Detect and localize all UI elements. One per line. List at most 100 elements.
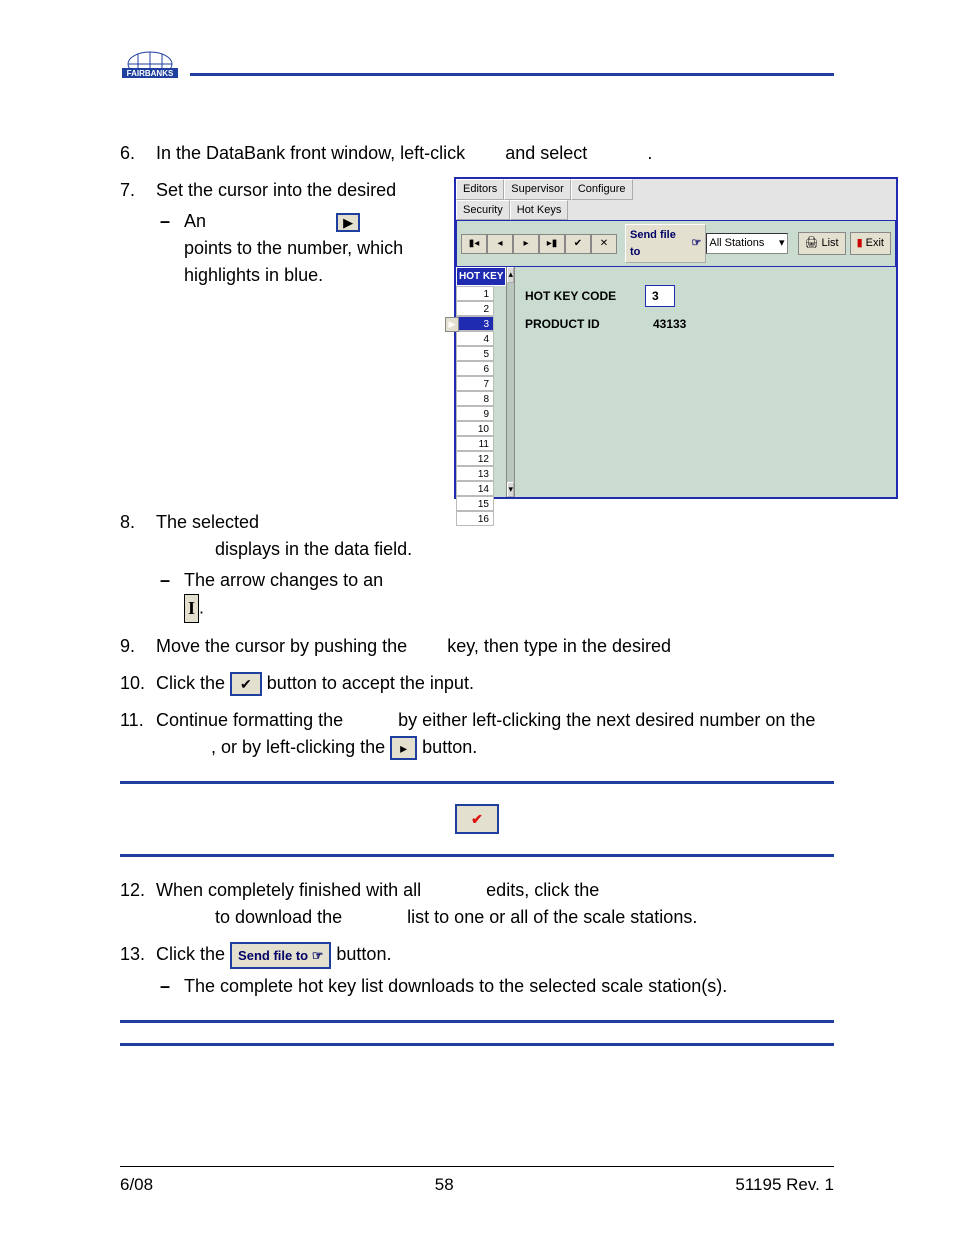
list-item[interactable]: 9 <box>456 406 494 421</box>
step-12-text-d: list to one or all of the scale stations… <box>407 907 697 927</box>
hotkey-list: HOT KEY 1 2 ▶ 3 4 5 6 <box>456 267 515 497</box>
hot-key-code-label: HOT KEY CODE <box>525 287 645 305</box>
important-note: ✔ <box>120 804 834 834</box>
form-area: HOT KEY CODE 3 PRODUCT ID 43133 <box>515 267 896 497</box>
step-7: Set the cursor into the desired An ▶ poi… <box>120 177 834 499</box>
menu-security[interactable]: Security <box>456 200 510 221</box>
step-13-sub: The complete hot key list downloads to t… <box>156 973 834 1000</box>
databank-window: Editors Supervisor Configure Security Ho… <box>454 177 898 499</box>
step-9-text-a: Move the cursor by pushing the <box>156 636 407 656</box>
accept-button[interactable]: ✔ <box>565 234 591 254</box>
prev-button[interactable]: ◂ <box>487 234 513 254</box>
menu-supervisor[interactable]: Supervisor <box>504 179 571 200</box>
next-button[interactable]: ▸ <box>513 234 539 254</box>
menu-bar-2: Security Hot Keys <box>456 200 896 221</box>
list-button[interactable]: 🖨 List <box>798 232 846 255</box>
step-8-sub-text: The arrow changes to an <box>184 570 383 590</box>
station-combo[interactable]: All Stations▾ <box>706 233 787 254</box>
menu-editors[interactable]: Editors <box>456 179 504 200</box>
step-7-sub-b: points to the number, which highlights i… <box>184 238 403 285</box>
step-10-text-a: Click the <box>156 673 225 693</box>
step-8-text-b: displays in the data field. <box>215 539 412 559</box>
list-header: HOT KEY <box>456 267 506 286</box>
svg-text:FAIRBANKS: FAIRBANKS <box>127 69 174 78</box>
check-icon: ✔ <box>230 672 262 696</box>
fairbanks-logo: FAIRBANKS <box>120 50 180 90</box>
step-6-text-a: In the DataBank front window, left-click <box>156 143 465 163</box>
step-11-text-b: by either left-clicking the next desired… <box>398 710 815 730</box>
step-13-sub-text: The complete hot key list downloads to t… <box>184 976 727 996</box>
step-10-text-b: button to accept the input. <box>267 673 474 693</box>
last-button[interactable]: ▸▮ <box>539 234 565 254</box>
check-icon-large: ✔ <box>455 804 499 834</box>
menu-configure[interactable]: Configure <box>571 179 633 200</box>
send-file-button[interactable]: Send file to ☞ <box>625 224 706 263</box>
menu-bar-1: Editors Supervisor Configure <box>456 179 896 200</box>
step-12-text-c: to download the <box>215 907 342 927</box>
list-item[interactable]: 8 <box>456 391 494 406</box>
footer-rev: 51195 Rev. 1 <box>735 1175 834 1195</box>
separator <box>120 781 834 784</box>
instruction-list-2: When completely finished with all edits,… <box>120 877 834 1000</box>
row-pointer-icon: ▶ <box>445 317 459 332</box>
scroll-down-icon[interactable]: ▾ <box>507 482 514 498</box>
step-11-text-c: , or by left-clicking the <box>211 737 385 757</box>
hot-key-code-input[interactable]: 3 <box>645 285 675 307</box>
scrollbar[interactable]: ▴ ▾ <box>507 267 515 497</box>
first-button[interactable]: ▮◂ <box>461 234 487 254</box>
step-11: Continue formatting the by either left-c… <box>120 707 834 761</box>
list-item[interactable]: 2 <box>456 301 494 316</box>
header-rule <box>190 73 834 76</box>
list-item[interactable]: 4 <box>456 331 494 346</box>
list-item[interactable]: 14 <box>456 481 494 496</box>
exit-button[interactable]: ▮ Exit <box>850 232 891 255</box>
list-item[interactable]: 10 <box>456 421 494 436</box>
footer-date: 6/08 <box>120 1175 153 1195</box>
separator <box>120 854 834 857</box>
footer-page: 58 <box>435 1175 454 1195</box>
scroll-up-icon[interactable]: ▴ <box>507 267 514 283</box>
step-13-text-b: button. <box>336 944 391 964</box>
arrow-right-icon: ▶ <box>336 213 360 232</box>
step-8-text-a: The selected <box>156 512 259 532</box>
step-10: Click the ✔ button to accept the input. <box>120 670 834 697</box>
separator <box>120 1043 834 1046</box>
toolbar: ▮◂ ◂ ▸ ▸▮ ✔ ✕ Send file to ☞ <box>456 220 896 267</box>
step-8: The selected displays in the data field.… <box>120 509 834 623</box>
step-7-sub-a: An <box>184 211 206 231</box>
list-item[interactable]: 12 <box>456 451 494 466</box>
step-7-sub: An ▶ points to the number, which highlig… <box>156 208 436 289</box>
next-record-icon: ▸ <box>390 736 417 760</box>
step-6: In the DataBank front window, left-click… <box>120 140 834 167</box>
list-item[interactable]: 7 <box>456 376 494 391</box>
page-header: FAIRBANKS <box>120 50 834 90</box>
step-7-text: Set the cursor into the desired <box>156 180 396 200</box>
list-item[interactable]: 11 <box>456 436 494 451</box>
list-item[interactable]: 1 <box>456 286 494 301</box>
separator <box>120 1020 834 1023</box>
cancel-button[interactable]: ✕ <box>591 234 617 254</box>
product-id-value: 43133 <box>653 315 686 333</box>
list-item[interactable]: 6 <box>456 361 494 376</box>
list-item[interactable]: 13 <box>456 466 494 481</box>
step-12-text-b: edits, click the <box>486 880 599 900</box>
send-file-to-button: Send file to ☞ <box>230 942 331 970</box>
product-id-label: PRODUCT ID <box>525 315 645 333</box>
menu-hotkeys[interactable]: Hot Keys <box>510 200 569 221</box>
page-footer: 6/08 58 51195 Rev. 1 <box>120 1166 834 1195</box>
step-6-text-c: . <box>647 143 652 163</box>
step-9-text-b: key, then type in the desired <box>447 636 671 656</box>
step-8-sub: The arrow changes to an I. <box>156 567 834 623</box>
step-12-text-a: When completely finished with all <box>156 880 421 900</box>
step-13: Click the Send file to ☞ button. The com… <box>120 941 834 1000</box>
instruction-list: In the DataBank front window, left-click… <box>120 140 834 761</box>
list-item-selected[interactable]: ▶ 3 <box>456 316 494 331</box>
step-11-text-d: button. <box>422 737 477 757</box>
step-12: When completely finished with all edits,… <box>120 877 834 931</box>
step-6-text-b: and select <box>505 143 587 163</box>
step-11-text-a: Continue formatting the <box>156 710 343 730</box>
step-9: Move the cursor by pushing the key, then… <box>120 633 834 660</box>
list-item[interactable]: 5 <box>456 346 494 361</box>
ibeam-icon: I <box>184 594 199 623</box>
step-13-text-a: Click the <box>156 944 225 964</box>
